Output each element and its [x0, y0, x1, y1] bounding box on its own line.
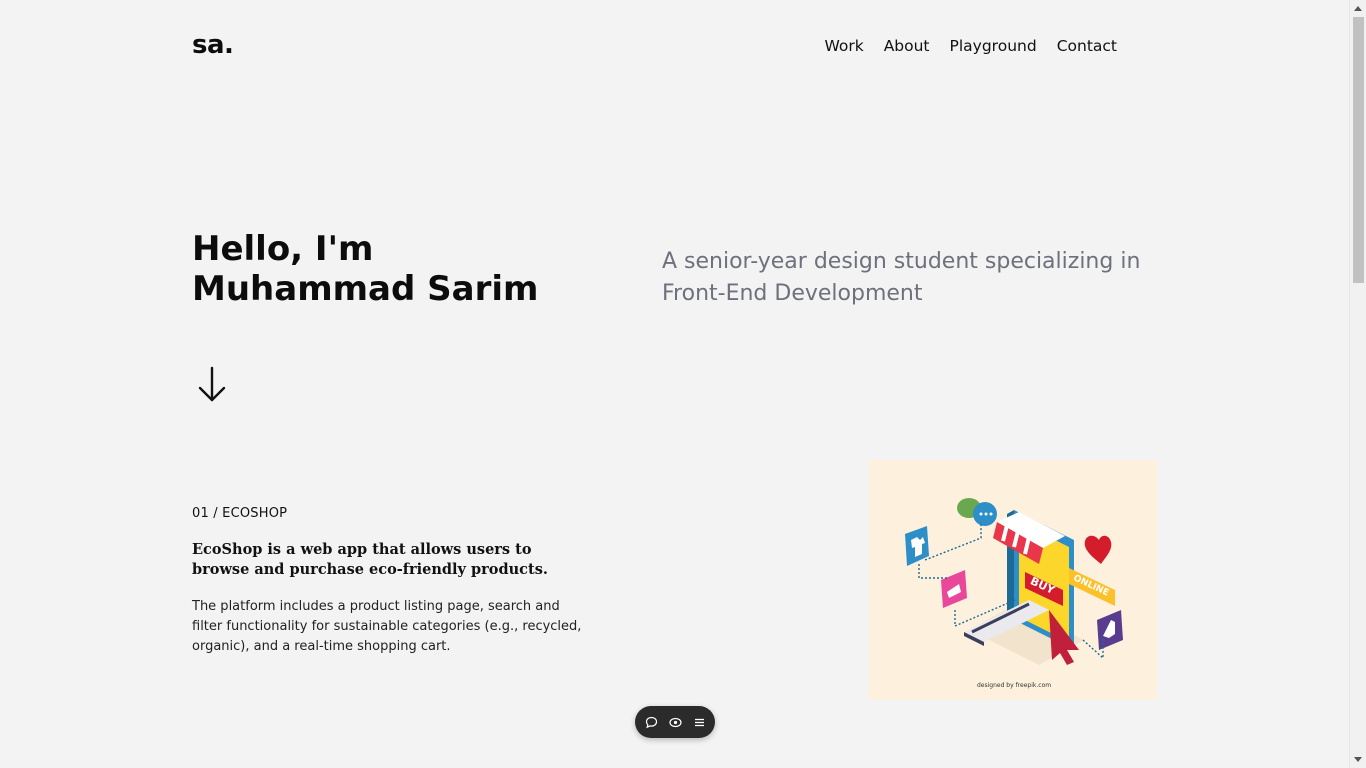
hero-title-line1: Hello, I'm — [192, 229, 374, 269]
hero-subtitle-line2: Front-End Development — [662, 281, 923, 306]
nav-work-link[interactable]: Work — [824, 37, 863, 55]
illustration-credit: designed by freepik.com — [977, 682, 1051, 689]
arrow-down-icon[interactable] — [196, 366, 228, 404]
project-description: The platform includes a product listing … — [192, 599, 582, 654]
floating-toolbar — [635, 706, 715, 738]
main-nav: Work About Playground Contact — [824, 37, 1117, 55]
project-headline: EcoShop is a web app that allows users t… — [192, 541, 548, 578]
project-illustration[interactable]: BUY ONLINE designed by freepik.com — [869, 460, 1157, 700]
comment-icon[interactable] — [644, 715, 658, 729]
nav-about-link[interactable]: About — [884, 37, 930, 55]
nav-contact-link[interactable]: Contact — [1057, 37, 1117, 55]
site-logo[interactable]: sa. — [192, 30, 234, 60]
scrollbar-thumb[interactable] — [1353, 17, 1364, 283]
page-scrollbar[interactable] — [1349, 0, 1366, 768]
project-label: 01 / ECOSHOP — [192, 506, 288, 521]
hero-subtitle: A senior-year design student specializin… — [662, 246, 1162, 310]
scroll-down-arrow-icon[interactable] — [1354, 757, 1362, 762]
menu-icon[interactable] — [692, 715, 706, 729]
scroll-up-arrow-icon[interactable] — [1354, 6, 1362, 11]
eye-icon[interactable] — [668, 715, 682, 729]
hero-title: Hello, I'm Muhammad Sarim — [192, 229, 612, 309]
hero-title-line2: Muhammad Sarim — [192, 269, 539, 309]
nav-playground-link[interactable]: Playground — [950, 37, 1037, 55]
hero-subtitle-line1: A senior-year design student specializin… — [662, 249, 1141, 274]
